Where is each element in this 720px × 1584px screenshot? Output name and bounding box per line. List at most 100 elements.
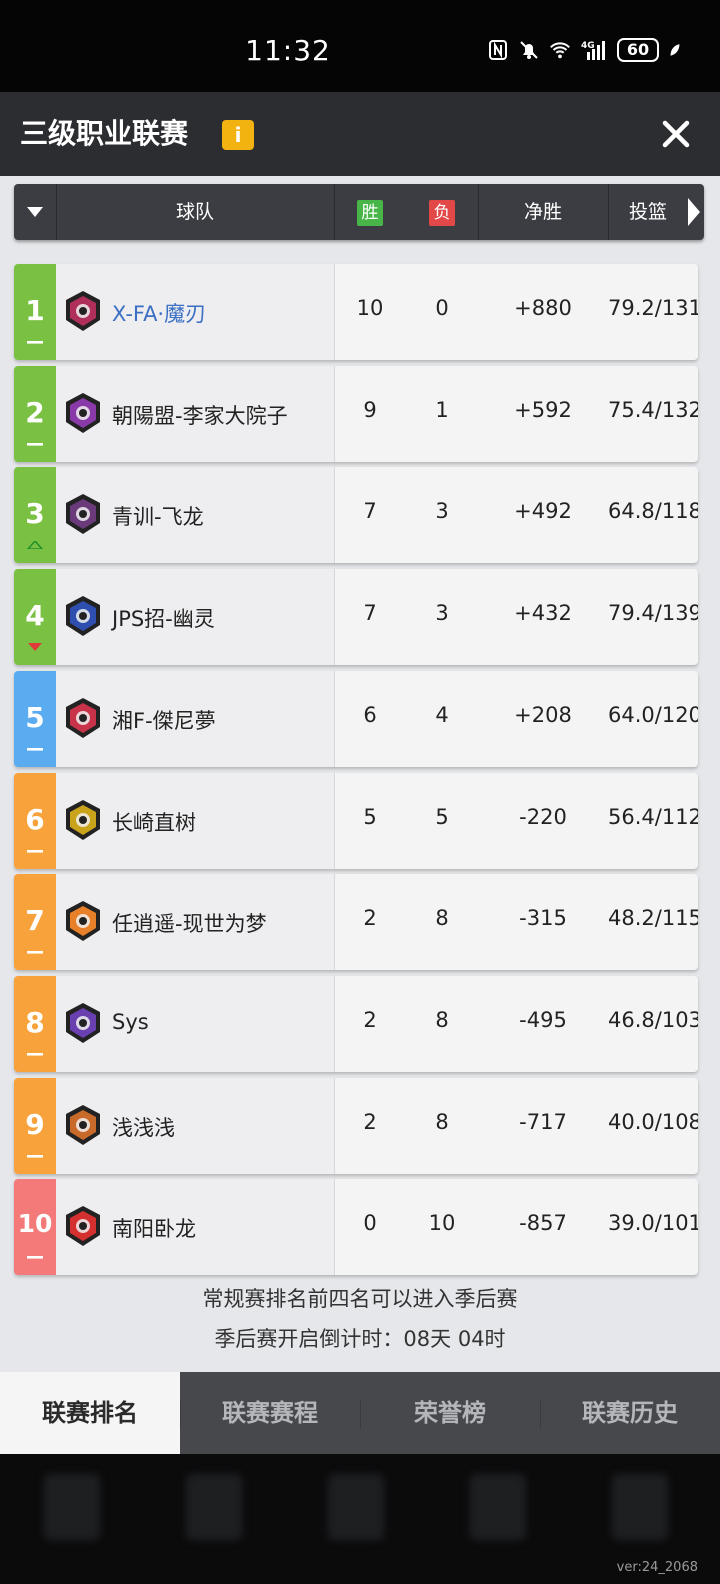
team-name[interactable]: 长崎直树 [112,807,196,837]
column-loss[interactable]: 负 [406,184,478,240]
tab-standings[interactable]: 联赛排名 [0,1372,180,1454]
rank-badge: 4 [14,569,56,666]
rank-badge: 7 [14,874,56,971]
team-name[interactable]: 南阳卧龙 [112,1213,196,1243]
losses-value: 8 [435,906,449,931]
trend-flat-icon [27,951,43,954]
page-title: 三级职业联赛 [20,117,189,150]
column-win[interactable]: 胜 [334,184,406,240]
team-row[interactable]: 4 JPS招-幽灵 7 3 +432 79.4/139 [14,569,698,666]
team-cell: 湘F-傑尼夢 [56,670,334,767]
net-points-value: -857 [519,1211,567,1236]
team-row[interactable]: 5 湘F-傑尼夢 6 4 +208 64.0/120 [14,670,698,767]
rank-number: 7 [25,904,45,938]
wins-value: 7 [363,499,377,524]
wins-value: 0 [363,1211,377,1236]
team-logo-icon [66,1206,100,1247]
rank-badge: 3 [14,467,56,564]
info-icon[interactable]: i [222,120,254,150]
shooting-value: 64.0/120 [608,702,698,727]
trend-flat-icon [27,849,43,853]
nfc-icon [489,40,507,60]
team-logo-icon [66,494,100,535]
team-row[interactable]: 7 任逍遥-现世为梦 2 8 -315 48.2/115 [14,874,698,971]
team-name[interactable]: 青训-飞龙 [112,501,204,531]
team-row[interactable]: 3 青训-飞龙 7 3 +492 64.8/118 [14,467,698,564]
net-points-value: -220 [519,804,567,829]
tab-history[interactable]: 联赛历史 [540,1372,720,1454]
team-logo-icon [66,1104,100,1145]
trend-down-icon [28,643,42,652]
team-logo-icon [66,392,100,433]
team-logo-icon [66,596,100,637]
rank-badge: 1 [14,264,56,360]
trend-flat-icon [27,747,43,751]
net-points-value: -495 [519,1007,567,1032]
rank-number: 3 [25,497,45,531]
team-cell: 长崎直树 [56,772,334,869]
tab-bar: 联赛排名 联赛赛程 荣誉榜 联赛历史 [0,1372,720,1454]
leaf-icon [670,44,680,56]
team-cell: JPS招-幽灵 [56,569,334,666]
rank-number: 6 [25,802,45,836]
blurred-nav-icon [186,1474,242,1540]
shooting-value: 64.8/118 [608,499,698,524]
net-points-value: +592 [514,397,572,422]
playoff-countdown: 季后赛开启倒计时：08天 04时 [214,1327,506,1351]
team-logo-icon [66,799,100,840]
trend-flat-icon [27,1256,43,1259]
team-logo-icon [66,1002,100,1043]
rank-number: 2 [25,395,45,429]
team-name[interactable]: 任逍遥-现世为梦 [112,908,267,938]
scroll-right-icon[interactable] [688,198,700,226]
shooting-value: 40.0/108 [608,1109,698,1134]
team-row[interactable]: 6 长崎直树 5 5 -220 56.4/112 [14,772,698,869]
losses-value: 10 [428,1211,456,1236]
team-name[interactable]: Sys [112,1010,149,1034]
shooting-value: 75.4/132 [608,397,698,422]
team-row[interactable]: 10 南阳卧龙 0 10 -857 39.0/101 [14,1179,698,1276]
shooting-value: 46.8/103 [608,1007,698,1032]
team-cell: 朝陽盟-李家大院子 [56,365,334,462]
wins-value: 5 [363,804,377,829]
team-name[interactable]: 湘F-傑尼夢 [112,705,216,735]
team-name[interactable]: JPS招-幽灵 [112,603,215,633]
shooting-value: 48.2/115 [608,906,698,931]
rank-badge: 5 [14,670,56,767]
rank-number: 1 [25,294,45,327]
losses-value: 8 [435,1109,449,1134]
losses-value: 3 [435,601,449,626]
wins-value: 10 [356,296,384,320]
tab-schedule[interactable]: 联赛赛程 [180,1372,360,1454]
status-icons: 4G 60 [487,38,682,62]
column-team[interactable]: 球队 [56,184,334,240]
dropdown-icon[interactable] [14,184,56,240]
team-row[interactable]: 9 浅浅浅 2 8 -717 40.0/108 [14,1077,698,1174]
team-row[interactable]: 2 朝陽盟-李家大院子 9 1 +592 75.4/132 [14,365,698,462]
win-tag: 胜 [357,199,383,226]
net-points-value: +880 [514,296,572,320]
team-name[interactable]: 朝陽盟-李家大院子 [112,400,288,430]
blurred-nav-icon [612,1474,668,1540]
mute-bell-icon [520,41,538,59]
team-name[interactable]: X-FA·魔刃 [112,298,206,328]
wins-value: 9 [363,397,377,422]
close-icon[interactable] [656,114,696,154]
team-row[interactable]: 8 Sys 2 8 -495 46.8/103 [14,975,698,1072]
bottom-nav-blurred [0,1454,720,1584]
losses-value: 5 [435,804,449,829]
rank-badge: 8 [14,975,56,1072]
tab-honors[interactable]: 荣誉榜 [360,1372,540,1454]
version-label: ver:24_2068 [616,1560,698,1575]
team-name[interactable]: 浅浅浅 [112,1112,175,1142]
wins-value: 2 [363,1109,377,1134]
column-shooting[interactable]: 投篮 [608,184,688,240]
net-points-value: -315 [519,906,567,931]
blurred-nav-icon [470,1474,526,1540]
status-bar: 11:32 4G 60 [0,0,720,92]
loss-tag: 负 [429,199,455,226]
wifi-icon [550,42,570,59]
team-row[interactable]: 1 X-FA·魔刃 10 0 +880 79.2/131 [14,264,698,360]
team-logo-icon [66,901,100,942]
column-net[interactable]: 净胜 [478,184,608,240]
